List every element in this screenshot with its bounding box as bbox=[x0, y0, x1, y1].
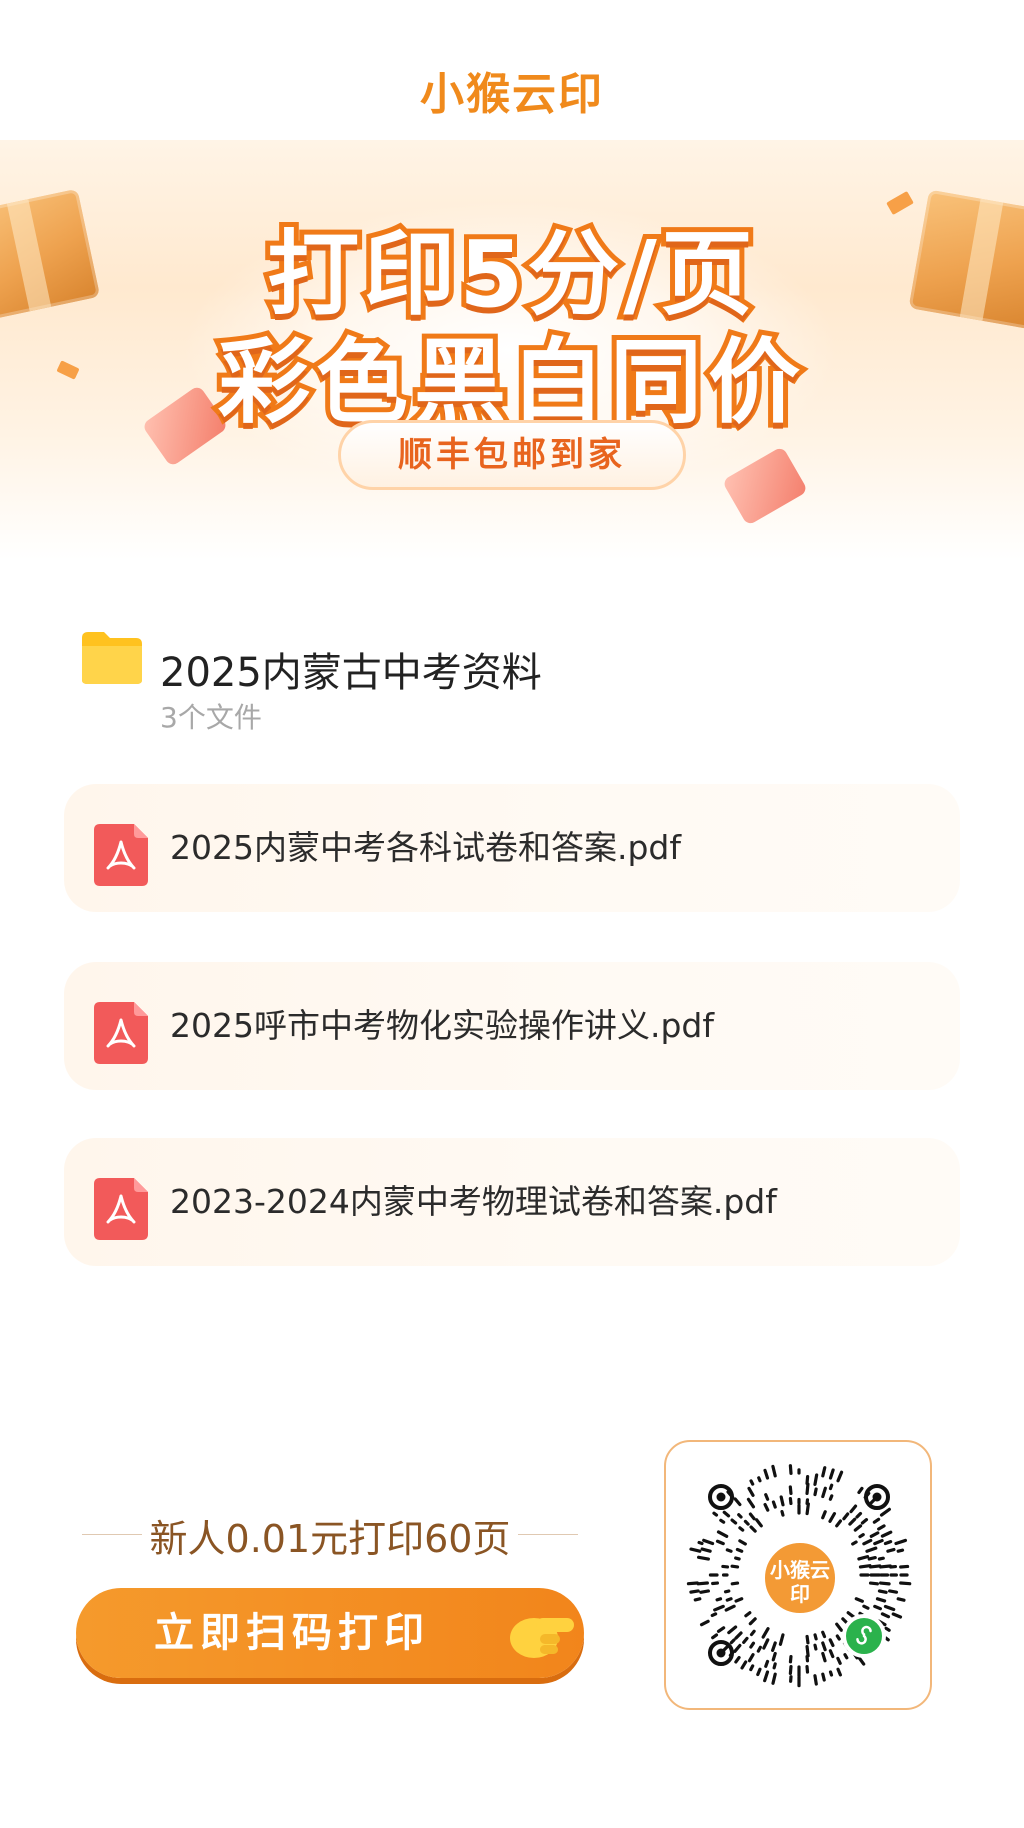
mini-program-icon bbox=[842, 1614, 886, 1658]
divider bbox=[82, 1534, 142, 1535]
divider bbox=[518, 1534, 578, 1535]
file-item[interactable]: 2025呼市中考物化实验操作讲义.pdf bbox=[64, 962, 960, 1090]
scan-to-print-label: 立即扫码打印 bbox=[154, 1610, 430, 1656]
shipping-pill: 顺丰包邮到家 bbox=[338, 420, 686, 490]
folder-file-count: 3个文件 bbox=[160, 701, 262, 734]
folder-icon bbox=[82, 632, 142, 684]
scan-to-print-button[interactable]: 立即扫码打印 bbox=[76, 1588, 584, 1678]
app-logo: 小猴云印 bbox=[420, 69, 604, 120]
pdf-icon bbox=[94, 1178, 148, 1240]
file-name: 2025内蒙中考各科试卷和答案.pdf bbox=[170, 828, 681, 867]
file-item[interactable]: 2023-2024内蒙中考物理试卷和答案.pdf bbox=[64, 1138, 960, 1266]
folder-title: 2025内蒙古中考资料 bbox=[160, 650, 542, 696]
qr-code-card[interactable]: 小猴云印 bbox=[664, 1440, 932, 1710]
pointing-hand-icon bbox=[510, 1618, 574, 1658]
qr-center-logo: 小猴云印 bbox=[760, 1538, 840, 1618]
file-name: 2023-2024内蒙中考物理试卷和答案.pdf bbox=[170, 1182, 777, 1221]
new-user-offer: 新人0.01元打印60页 bbox=[149, 1517, 511, 1561]
file-name: 2025呼市中考物化实验操作讲义.pdf bbox=[170, 1006, 714, 1045]
pdf-icon bbox=[94, 824, 148, 886]
file-item[interactable]: 2025内蒙中考各科试卷和答案.pdf bbox=[64, 784, 960, 912]
promo-banner: 打印5分/页 彩色黑白同价 顺丰包邮到家 bbox=[0, 140, 1024, 560]
pdf-icon bbox=[94, 1002, 148, 1064]
